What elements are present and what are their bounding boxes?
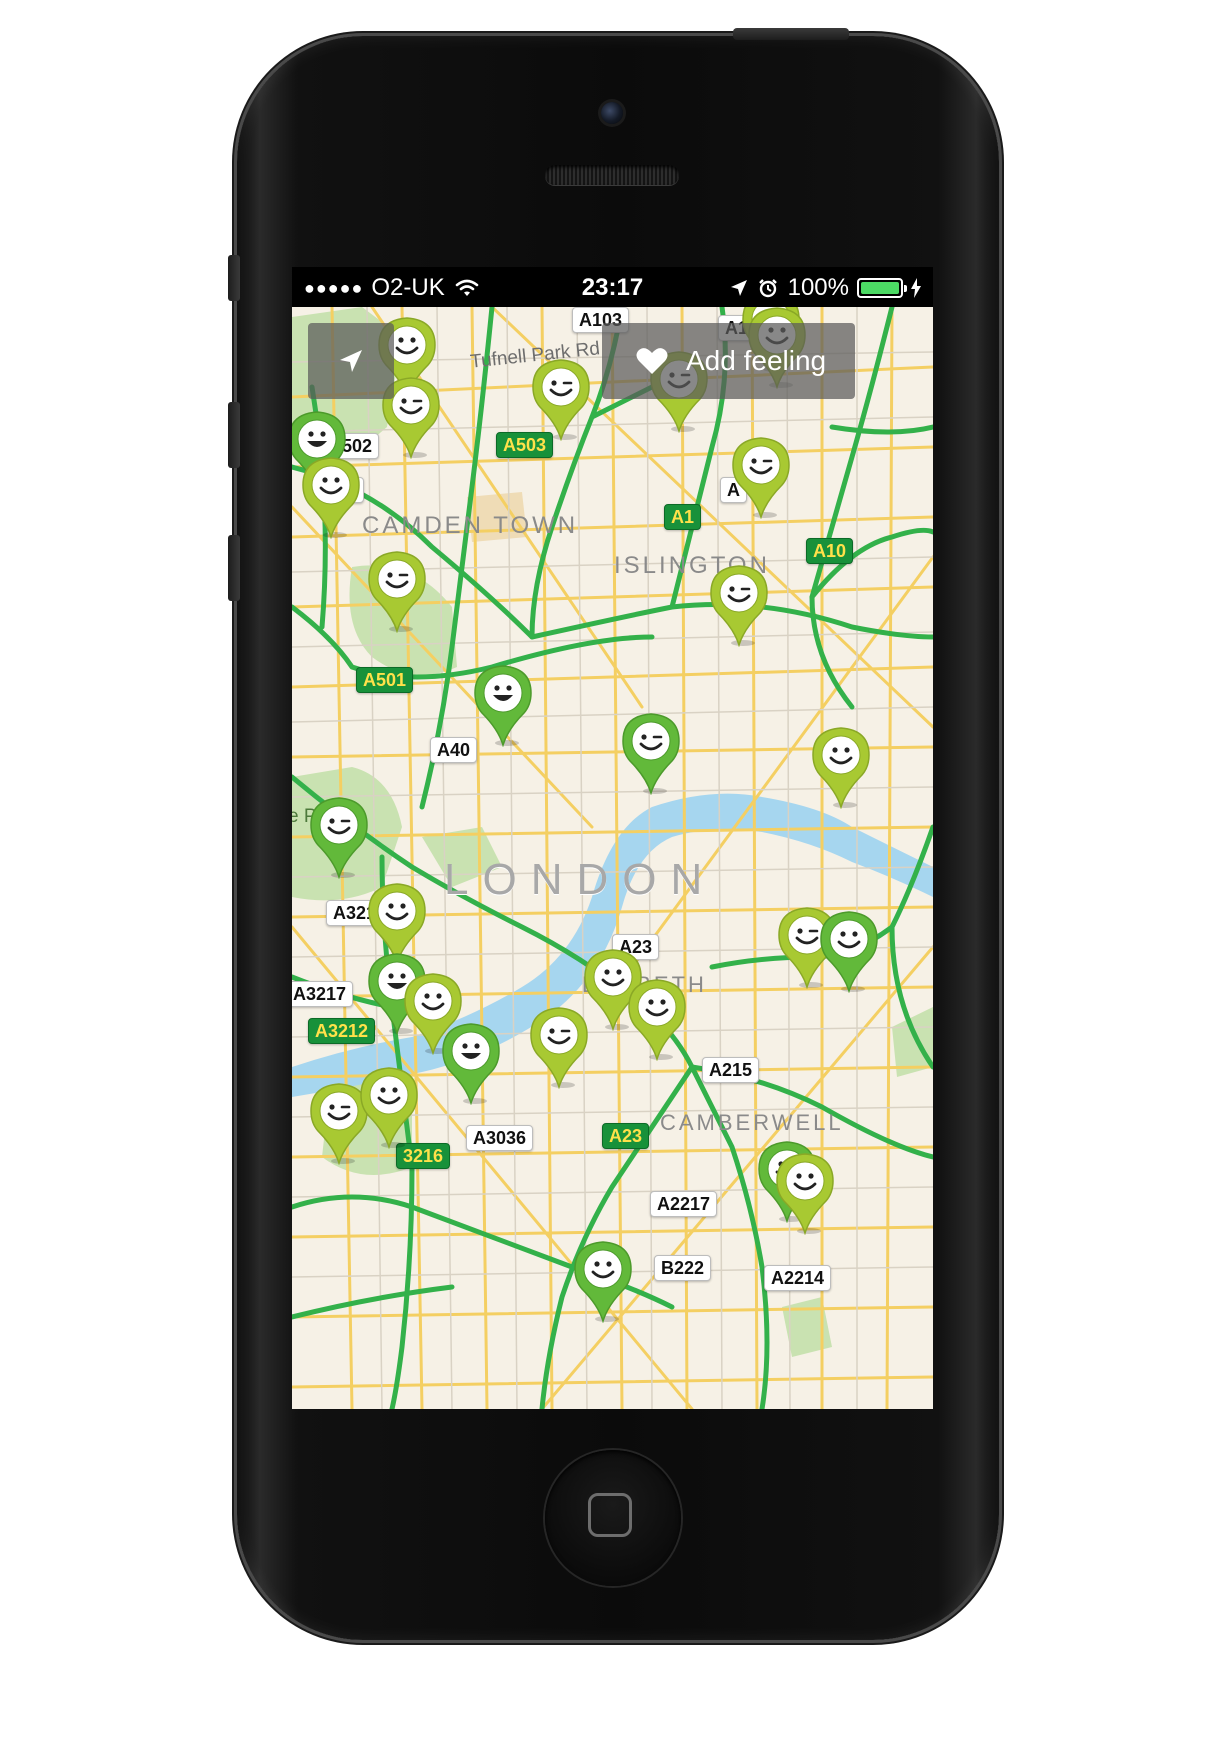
smiley-pin-icon [574,1241,632,1323]
area-label-camden: CAMDEN TOWN [362,512,579,539]
sleep-button [733,28,849,40]
battery-icon [857,278,907,298]
feeling-pin[interactable] [622,713,680,795]
area-label-camberwell: CAMBERWELL [660,1110,844,1135]
road-label-b222: B222 [654,1255,712,1281]
mute-switch [228,255,240,301]
smiley-pin-icon [628,979,686,1061]
map-view[interactable]: Tufnell Park Rd CAMDEN TOWN ISLINGTON LO… [292,291,933,1409]
feeling-pin[interactable] [530,1007,588,1089]
feeling-pin[interactable] [732,437,790,519]
locate-me-button[interactable] [308,323,394,399]
road-label-a23-green: A23 [602,1123,650,1149]
road-label-a3212: A3212 [308,1018,376,1044]
road-label-a10: A10 [806,538,854,564]
smiley-pin-icon [532,359,590,441]
add-feeling-button[interactable]: Add feeling [602,323,855,399]
smiley-pin-icon [732,437,790,519]
road-label-a215: A215 [702,1057,760,1083]
smiley-pin-icon [310,797,368,879]
smiley-pin-icon [710,565,768,647]
smiley-pin-icon [302,457,360,539]
front-camera [601,102,623,124]
heart-icon [636,347,668,375]
feeling-pin[interactable] [812,727,870,809]
feeling-pin[interactable] [628,979,686,1061]
feeling-pin[interactable] [474,665,532,747]
home-button[interactable] [545,1450,681,1586]
road-label-a3217: A3217 [292,981,354,1007]
volume-up-button [228,402,240,468]
smiley-pin-icon [820,911,878,993]
road-label-a501: A501 [356,667,414,693]
road-label-a1: A1 [664,504,702,530]
feeling-pin[interactable] [710,565,768,647]
status-bar: ●●●●● O2-UK 23:17 100% [292,267,933,307]
smiley-pin-icon [812,727,870,809]
road-label-a2214: A2214 [764,1265,832,1291]
feeling-pin[interactable] [368,551,426,633]
smiley-pin-icon [530,1007,588,1089]
smiley-pin-icon [776,1153,834,1235]
smiley-pin-icon [442,1023,500,1105]
feeling-pin[interactable] [820,911,878,993]
smiley-pin-icon [622,713,680,795]
alarm-icon [758,278,778,298]
battery-percent: 100% [787,274,849,301]
city-label: LONDON [444,855,717,904]
battery-level-fill [861,282,899,294]
smiley-pin-icon [360,1067,418,1149]
feeling-pin[interactable] [532,359,590,441]
feeling-pin[interactable] [574,1241,632,1323]
volume-down-button [228,535,240,601]
home-square-icon [588,1493,632,1537]
location-arrow-icon [338,348,364,374]
add-feeling-label: Add feeling [686,345,827,376]
phone-screen: ●●●●● O2-UK 23:17 100% Tufnell Park Rd C… [292,267,933,1409]
road-label-a40: A40 [430,737,478,763]
feeling-pin[interactable] [302,457,360,539]
smiley-pin-icon [368,551,426,633]
feeling-pin[interactable] [776,1153,834,1235]
location-arrow-icon [730,279,748,297]
feeling-pin[interactable] [310,797,368,879]
smiley-pin-icon [474,665,532,747]
feeling-pin[interactable] [360,1067,418,1149]
road-label-a2217: A2217 [650,1191,718,1217]
earpiece-speaker [545,165,679,185]
charging-bolt-icon [911,278,921,298]
road-label-a3036: A3036 [466,1125,534,1151]
feeling-pin[interactable] [442,1023,500,1105]
